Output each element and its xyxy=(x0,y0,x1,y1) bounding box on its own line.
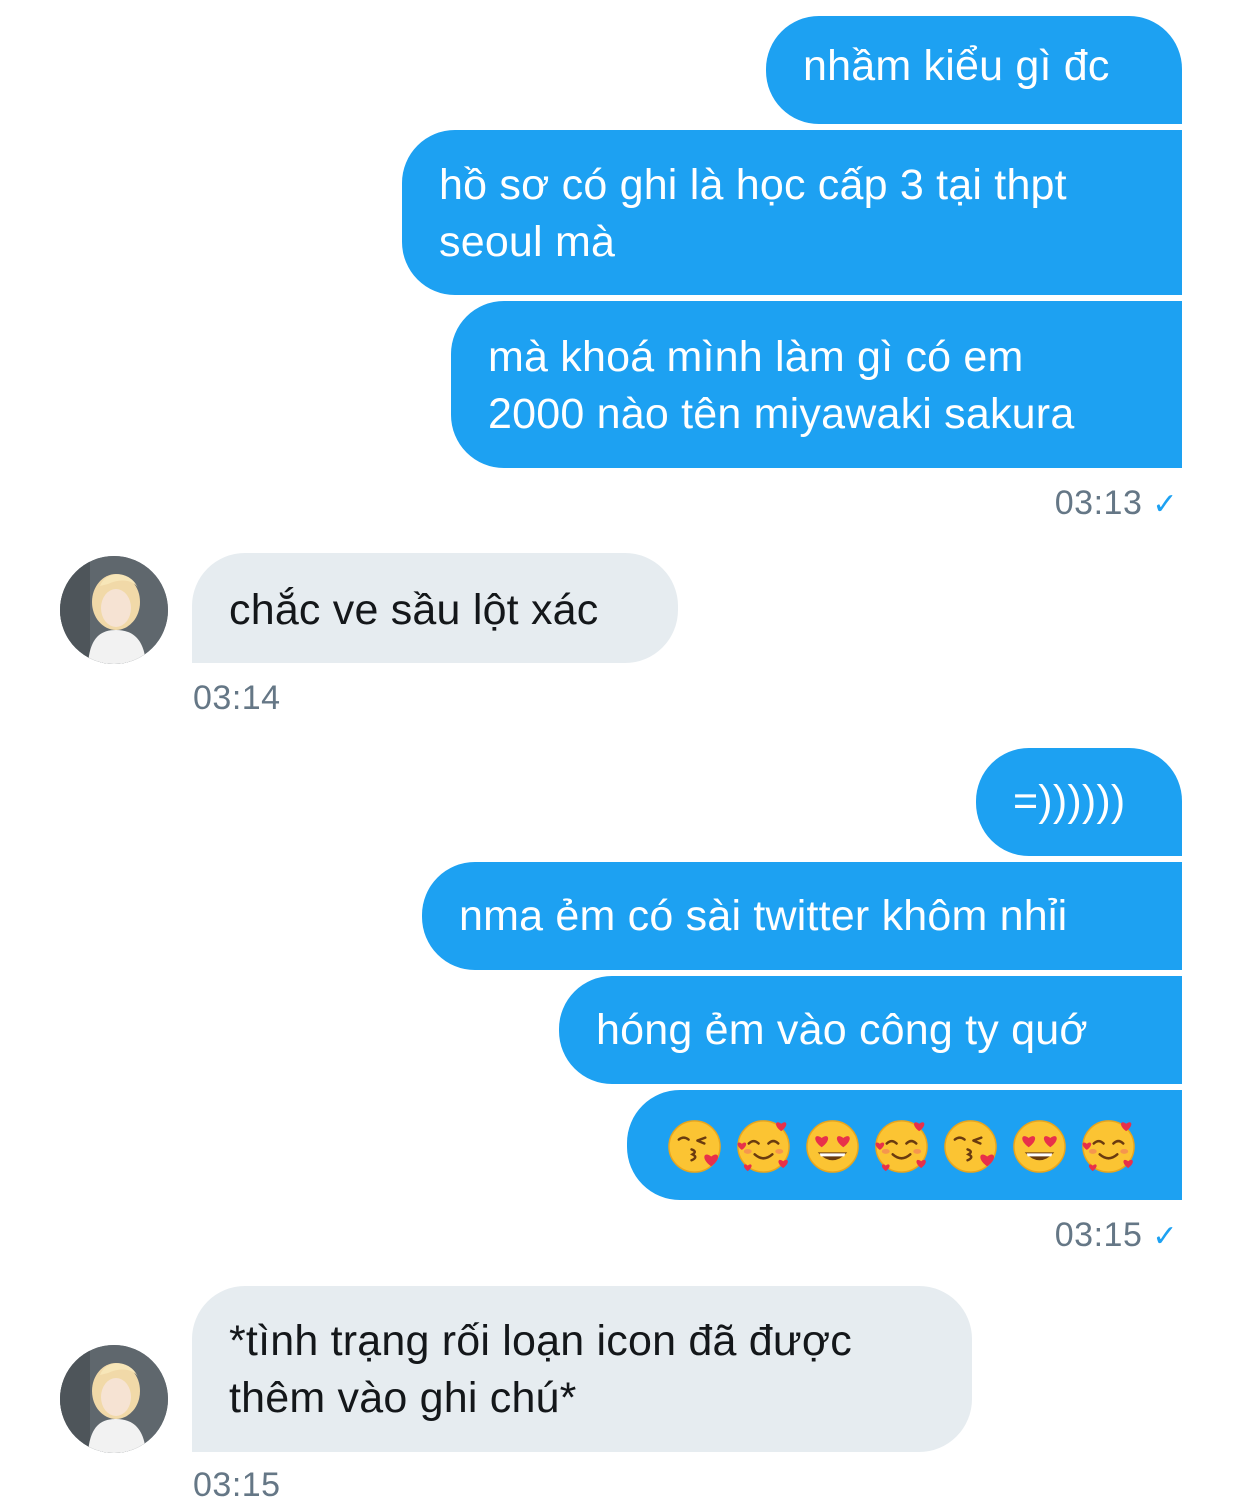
message-bubble-outgoing[interactable]: hồ sơ có ghi là học cấp 3 tại thpt seoul… xyxy=(402,130,1182,295)
message-text: chắc ve sầu lột xác xyxy=(229,586,599,634)
kissing-heart-emoji-icon xyxy=(944,1120,997,1173)
message-bubble-outgoing[interactable]: hóng ẻm vào công ty quớ xyxy=(559,976,1182,1084)
message-text-line: seoul mà xyxy=(439,218,616,266)
message-bubble-incoming[interactable]: chắc ve sầu lột xác xyxy=(192,553,678,663)
smiling-hearts-emoji-icon xyxy=(1082,1120,1135,1173)
message-bubble-outgoing[interactable]: nma ẻm có sài twitter khôm nhỉi xyxy=(422,862,1182,970)
message-text: =)))))) xyxy=(1013,777,1126,825)
avatar[interactable] xyxy=(60,556,168,664)
timestamp-text: 03:15 xyxy=(193,1466,281,1504)
heart-eyes-emoji-icon xyxy=(806,1120,859,1173)
avatar-image xyxy=(60,1345,168,1453)
message-text-line: thêm vào ghi chú* xyxy=(229,1374,577,1422)
message-timestamp: 03:13 ✓ xyxy=(1055,484,1178,523)
message-text: nhầm kiểu gì đc xyxy=(803,42,1110,90)
timestamp-text: 03:15 xyxy=(1054,1216,1143,1254)
timestamp-text: 03:14 xyxy=(193,679,281,717)
message-bubble-outgoing[interactable]: mà khoá mình làm gì có em 2000 nào tên m… xyxy=(451,301,1182,468)
smiling-hearts-emoji-icon xyxy=(737,1120,790,1173)
message-bubble-outgoing[interactable] xyxy=(627,1090,1182,1200)
message-bubble-outgoing[interactable]: nhầm kiểu gì đc xyxy=(766,16,1182,124)
read-check-icon: ✓ xyxy=(1152,1219,1178,1254)
heart-eyes-emoji-icon xyxy=(1013,1120,1066,1173)
message-text-line: hồ sơ có ghi là học cấp 3 tại thpt xyxy=(439,161,1067,209)
timestamp-text: 03:13 xyxy=(1054,484,1143,522)
smiling-hearts-emoji-icon xyxy=(875,1120,928,1173)
message-text: nma ẻm có sài twitter khôm nhỉi xyxy=(459,892,1068,940)
message-timestamp: 03:15 ✓ xyxy=(1055,1216,1178,1255)
message-text-line: mà khoá mình làm gì có em xyxy=(488,333,1024,381)
message-timestamp: 03:14 xyxy=(193,679,281,718)
message-text: hóng ẻm vào công ty quớ xyxy=(596,1006,1088,1054)
kissing-heart-emoji-icon xyxy=(668,1120,721,1173)
message-timestamp: 03:15 xyxy=(193,1466,281,1505)
message-bubble-outgoing[interactable]: =)))))) xyxy=(976,748,1182,856)
emoji-row xyxy=(665,1116,1182,1175)
read-check-icon: ✓ xyxy=(1152,487,1178,522)
avatar-image xyxy=(60,556,168,664)
message-text-line: *tình trạng rối loạn icon đã được xyxy=(229,1317,852,1365)
avatar[interactable] xyxy=(60,1345,168,1453)
message-bubble-incoming[interactable]: *tình trạng rối loạn icon đã được thêm v… xyxy=(192,1286,972,1452)
message-text-line: 2000 nào tên miyawaki sakura xyxy=(488,390,1075,438)
